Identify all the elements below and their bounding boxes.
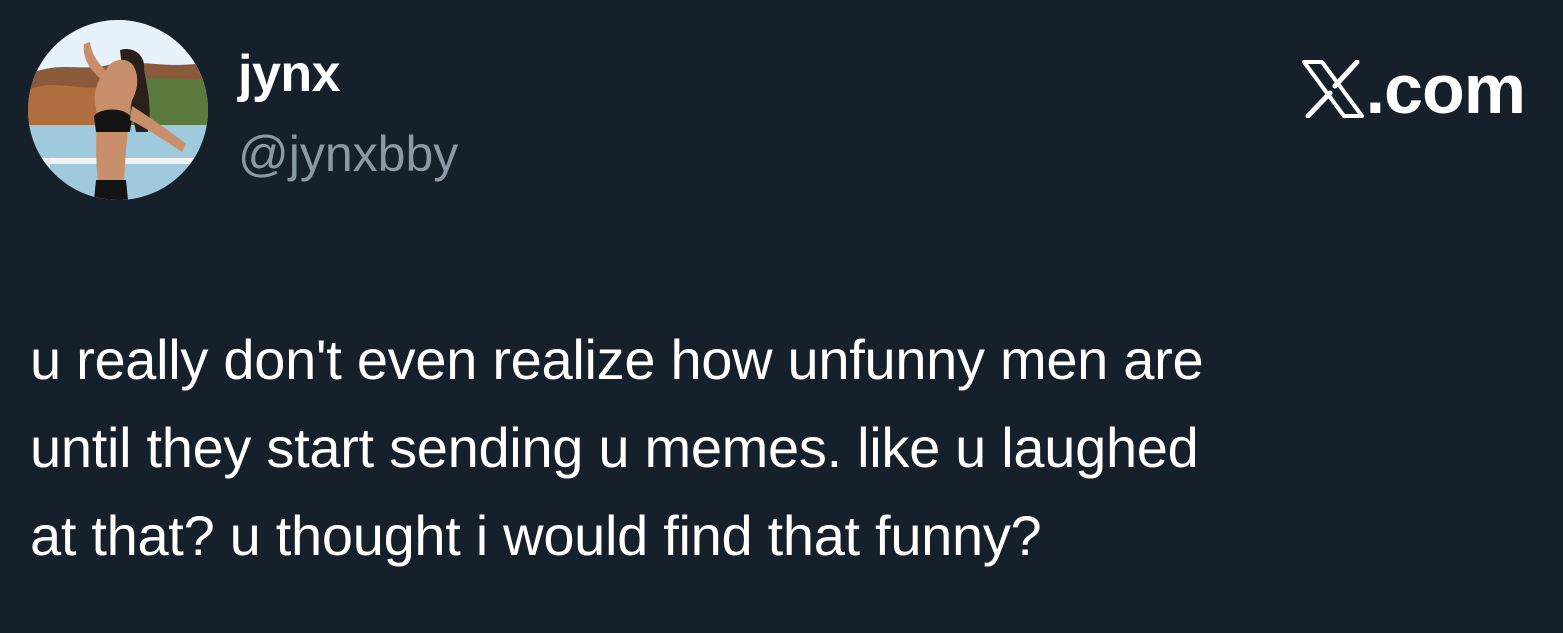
brand-domain-text: .com: [1365, 50, 1526, 128]
author-avatar[interactable]: [28, 20, 208, 200]
tweet-text: u really don't even realize how unfunny …: [30, 328, 1204, 567]
brand-watermark: .com: [1301, 50, 1526, 128]
tweet-card: jynx @jynxbby .com u really don't even r…: [0, 0, 1563, 633]
avatar-photo: [28, 20, 208, 200]
x-logo-icon: [1301, 60, 1364, 118]
author-handle[interactable]: @jynxbby: [238, 124, 458, 184]
author-display-name[interactable]: jynx: [238, 44, 341, 104]
